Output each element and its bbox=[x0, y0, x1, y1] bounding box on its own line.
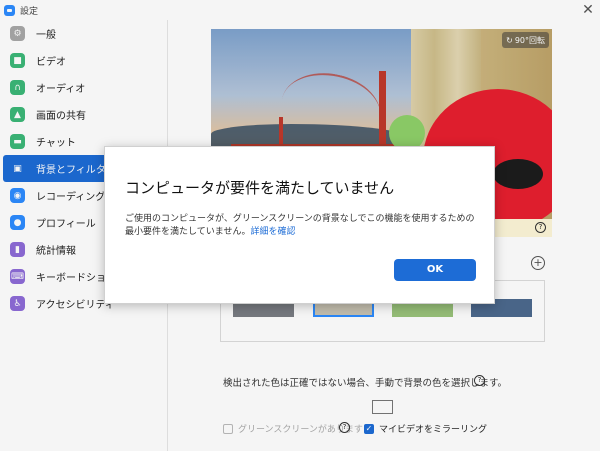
dialog-title: コンピュータが要件を満たしていません bbox=[125, 179, 395, 197]
learn-more-link[interactable]: 詳細を確認 bbox=[250, 227, 295, 237]
ok-button[interactable]: OK bbox=[394, 259, 476, 281]
requirements-dialog: コンピュータが要件を満たしていません ご使用のコンピュータが、グリーンスクリーン… bbox=[104, 146, 495, 304]
dialog-body: ご使用のコンピュータが、グリーンスクリーンの背景なしでこの機能を使用するための最… bbox=[125, 213, 475, 239]
dialog-message: ご使用のコンピュータが、グリーンスクリーンの背景なしでこの機能を使用するための最… bbox=[125, 214, 475, 237]
